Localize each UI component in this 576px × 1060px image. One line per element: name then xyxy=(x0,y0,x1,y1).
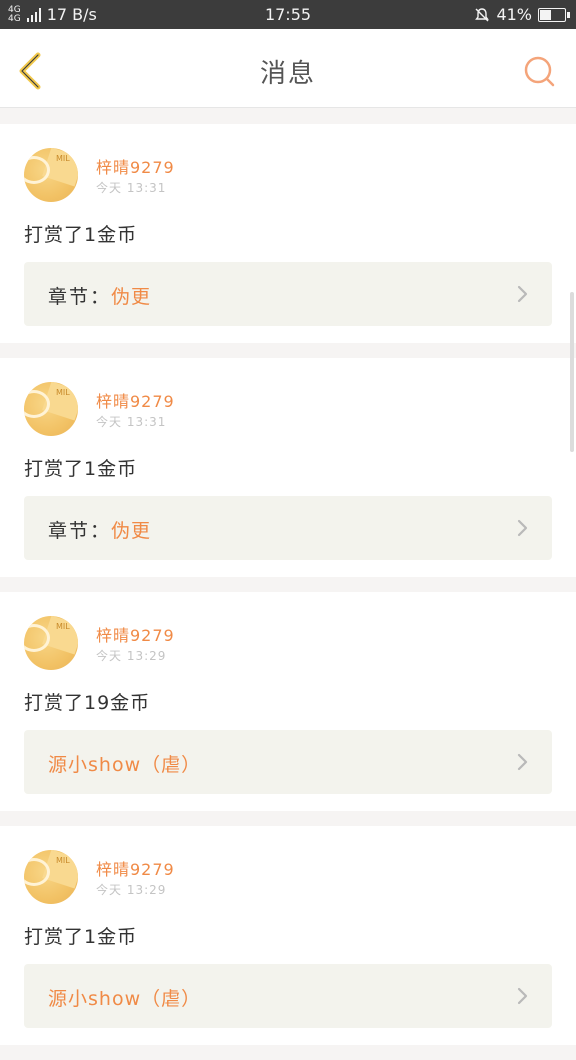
top-navigation-bar: 消息 xyxy=(0,29,576,108)
chapter-name: 源小show（虐） xyxy=(48,754,202,776)
battery-icon xyxy=(538,7,570,22)
chapter-prefix: 章节： xyxy=(48,520,112,542)
message-card: MIL 梓晴9279 今天 13:29 打赏了19金币 源小show（虐） xyxy=(0,592,576,811)
chevron-right-icon xyxy=(517,519,528,537)
chapter-name: 源小show（虐） xyxy=(48,988,202,1010)
message-list: MIL 梓晴9279 今天 13:31 打赏了1金币 章节：伪更 MIL 梓晴9… xyxy=(0,124,576,1060)
chapter-link[interactable]: 源小show（虐） xyxy=(24,730,552,794)
chevron-right-icon xyxy=(517,285,528,303)
reward-text: 打赏了1金币 xyxy=(24,926,138,948)
username[interactable]: 梓晴9279 xyxy=(96,388,175,412)
chapter-name: 伪更 xyxy=(111,520,152,542)
search-icon[interactable] xyxy=(522,55,556,89)
username[interactable]: 梓晴9279 xyxy=(96,622,175,646)
message-card: MIL 梓晴9279 今天 13:31 打赏了1金币 章节：伪更 xyxy=(0,358,576,577)
scrollbar[interactable] xyxy=(570,292,574,452)
chapter-link[interactable]: 源小show（虐） xyxy=(24,964,552,1028)
status-right: 41% xyxy=(474,5,570,24)
chapter-prefix: 章节： xyxy=(48,286,112,308)
chevron-right-icon xyxy=(517,987,528,1005)
message-time: 今天 13:29 xyxy=(96,649,167,663)
message-card: MIL 梓晴9279 今天 13:31 打赏了1金币 章节：伪更 xyxy=(0,124,576,343)
avatar[interactable]: MIL xyxy=(24,616,78,670)
chapter-link[interactable]: 章节：伪更 xyxy=(24,262,552,326)
avatar[interactable]: MIL xyxy=(24,850,78,904)
status-bar: 4G 4G 17 B/s 17:55 41% xyxy=(0,0,576,29)
reward-text: 打赏了19金币 xyxy=(24,692,151,714)
chapter-link[interactable]: 章节：伪更 xyxy=(24,496,552,560)
chapter-name: 伪更 xyxy=(111,286,152,308)
message-time: 今天 13:31 xyxy=(96,415,167,429)
message-time: 今天 13:31 xyxy=(96,181,167,195)
chevron-right-icon xyxy=(517,753,528,771)
avatar[interactable]: MIL xyxy=(24,382,78,436)
username[interactable]: 梓晴9279 xyxy=(96,856,175,880)
username[interactable]: 梓晴9279 xyxy=(96,154,175,178)
bell-off-icon xyxy=(475,7,490,21)
message-time: 今天 13:29 xyxy=(96,883,167,897)
reward-text: 打赏了1金币 xyxy=(24,224,138,246)
page-title: 消息 xyxy=(259,59,316,89)
reward-text: 打赏了1金币 xyxy=(24,458,138,480)
battery-percent: 41% xyxy=(496,5,532,24)
avatar[interactable]: MIL xyxy=(24,148,78,202)
message-card: MIL 梓晴9279 今天 13:29 打赏了1金币 源小show（虐） xyxy=(0,826,576,1045)
